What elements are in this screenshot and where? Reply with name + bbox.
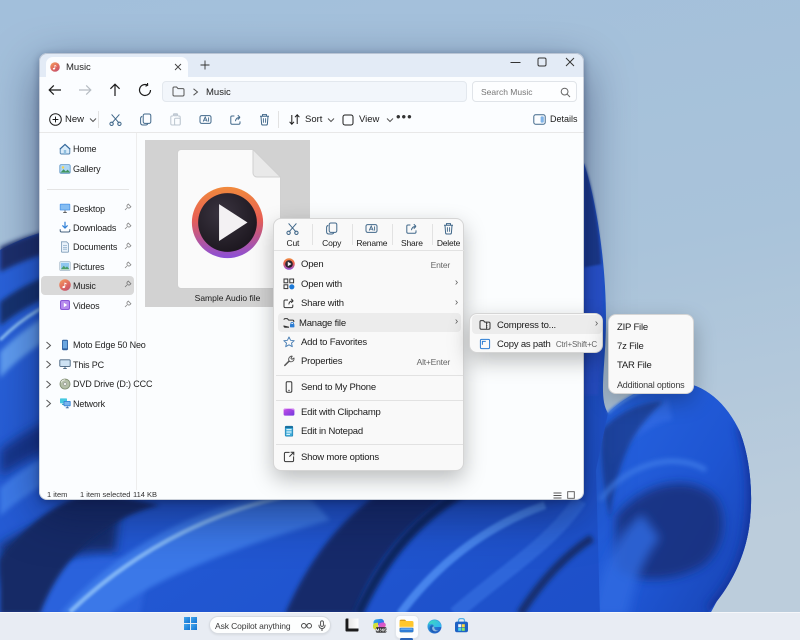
svg-text:M365: M365 [376,628,387,633]
